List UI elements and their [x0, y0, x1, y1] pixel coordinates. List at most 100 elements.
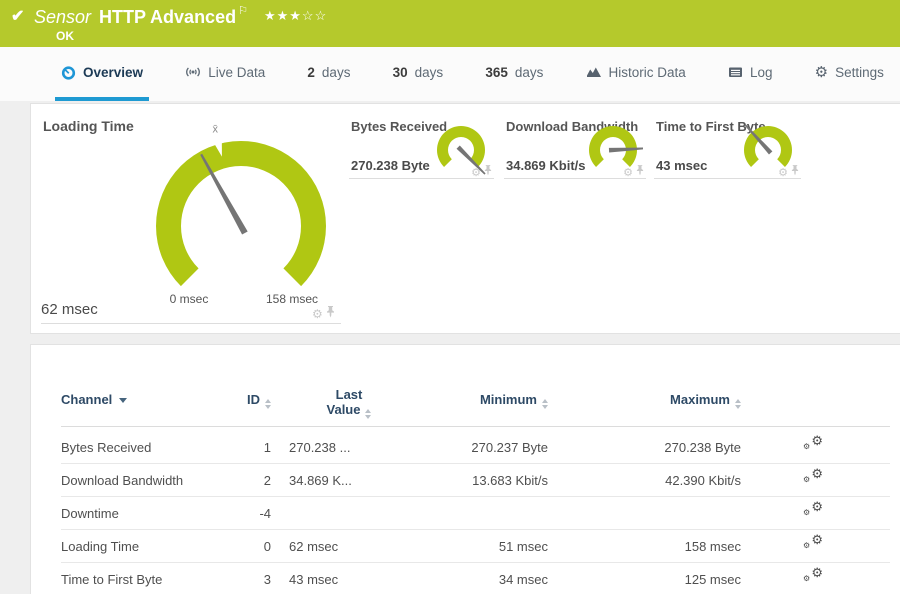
- cell-actions: ⚙ ⚙: [783, 497, 843, 531]
- cell-channel: Bytes Received: [61, 440, 152, 455]
- gear-icon[interactable]: ⚙: [623, 166, 633, 179]
- tab-30-days[interactable]: 30 days: [387, 47, 450, 101]
- tab-overview[interactable]: Overview: [55, 47, 150, 101]
- sort-arrows-icon: [365, 409, 372, 419]
- cell-channel: Downtime: [61, 506, 119, 521]
- status-ok-check-icon: ✔: [11, 8, 25, 25]
- cell-last-value: 43 msec: [289, 572, 339, 587]
- edit-channel-gears-icon[interactable]: ⚙ ⚙: [803, 431, 823, 453]
- divider: [41, 323, 341, 324]
- cell-last-value: 270.238 ...: [289, 440, 351, 455]
- cell-minimum: 51 msec: [498, 539, 548, 554]
- edit-channel-gears-icon[interactable]: ⚙ ⚙: [803, 563, 823, 585]
- cell-maximum: 42.390 Kbit/s: [665, 473, 741, 488]
- cell-last-value: 62 msec: [289, 539, 339, 554]
- cell-last-value: 34.869 K...: [289, 473, 352, 488]
- tab-number: 365: [485, 64, 508, 80]
- pin-icon[interactable]: [791, 165, 799, 179]
- tab-365-days[interactable]: 365 days: [479, 47, 549, 101]
- table-header-row: Channel ID Last Value Minimum Maximum: [61, 383, 890, 427]
- gear-icon[interactable]: ⚙: [471, 166, 481, 179]
- cell-minimum: 34 msec: [498, 572, 548, 587]
- historic-icon: [586, 65, 602, 79]
- cell-actions: ⚙ ⚙: [783, 464, 843, 498]
- table-row[interactable]: Loading Time 0 62 msec 51 msec 158 msec ⚙ ⚙: [61, 530, 890, 563]
- cell-actions: ⚙ ⚙: [783, 431, 843, 465]
- column-header-maximum[interactable]: Maximum: [548, 383, 741, 416]
- tab-label: days: [514, 64, 544, 80]
- tab-label: Log: [749, 64, 773, 80]
- pin-icon[interactable]: [484, 165, 492, 179]
- gear-icon[interactable]: ⚙: [312, 307, 323, 321]
- column-header-channel[interactable]: Channel: [61, 383, 241, 416]
- cell-id: -4: [259, 506, 271, 521]
- priority-stars[interactable]: ★★★☆☆: [264, 8, 327, 23]
- sort-caret-icon: [119, 398, 128, 403]
- gear-icon: ⚙: [814, 63, 829, 81]
- sort-arrows-icon: [735, 399, 741, 409]
- mini-gauge-value: 34.869 Kbit/s: [506, 158, 586, 173]
- tab-label: Historic Data: [608, 64, 686, 80]
- pin-icon[interactable]: [326, 306, 335, 321]
- cell-minimum: 270.237 Byte: [471, 440, 548, 455]
- mini-gauge-value: 270.238 Byte: [351, 158, 430, 173]
- tab-live-data[interactable]: Live Data: [179, 47, 271, 101]
- cell-id: 1: [263, 440, 271, 455]
- sensor-status-badge: OK: [56, 29, 74, 43]
- sensor-header: ✔ Sensor HTTP Advanced ⚐ ★★★☆☆ OK: [0, 0, 900, 47]
- column-header-last-value[interactable]: Last Value: [289, 383, 409, 419]
- cell-maximum: 125 msec: [684, 572, 741, 587]
- channel-table-panel: Channel ID Last Value Minimum Maximum Byt…: [30, 344, 900, 594]
- cell-maximum: 270.238 Byte: [664, 440, 741, 455]
- live-icon: [185, 65, 201, 79]
- pin-icon[interactable]: [636, 165, 644, 179]
- tab-label: days: [321, 64, 351, 80]
- svg-text:x̄: x̄: [213, 123, 219, 135]
- log-icon: [728, 65, 743, 79]
- table-row[interactable]: Downtime -4 ⚙ ⚙: [61, 497, 890, 530]
- edit-channel-gears-icon[interactable]: ⚙ ⚙: [803, 497, 823, 519]
- cell-actions: ⚙ ⚙: [783, 530, 843, 564]
- edit-channel-gears-icon[interactable]: ⚙ ⚙: [803, 464, 823, 486]
- priority-flag-icon[interactable]: ⚐: [238, 5, 248, 17]
- table-row[interactable]: Bytes Received 1 270.238 ... 270.237 Byte 27…: [61, 431, 890, 464]
- column-header-minimum[interactable]: Minimum: [409, 383, 548, 416]
- tab-label: Overview: [83, 64, 144, 80]
- mini-gauge-card: Bytes Received 270.238 Byte ⚙: [349, 116, 494, 179]
- gear-icon[interactable]: ⚙: [778, 166, 788, 179]
- mini-gauge-card: Download Bandwidth 34.869 Kbit/s ⚙: [504, 116, 647, 179]
- tab-label: Settings: [835, 64, 884, 80]
- gauge-max-label: 158 msec: [265, 292, 319, 306]
- tab-label: Live Data: [208, 64, 266, 80]
- tab-2-days[interactable]: 2 days: [301, 47, 356, 101]
- cell-maximum: 158 msec: [684, 539, 741, 554]
- cell-channel: Time to First Byte: [61, 572, 163, 587]
- cell-actions: ⚙ ⚙: [783, 563, 843, 594]
- sensor-title: HTTP Advanced: [99, 7, 237, 27]
- mini-gauge-card: Time to First Byte 43 msec ⚙: [654, 116, 801, 179]
- edit-channel-gears-icon[interactable]: ⚙ ⚙: [803, 530, 823, 552]
- sort-arrows-icon: [265, 399, 271, 409]
- cell-channel: Loading Time: [61, 539, 140, 554]
- tab-label: days: [414, 64, 444, 80]
- tab-log[interactable]: Log: [722, 47, 779, 101]
- tab-historic-data[interactable]: Historic Data: [580, 47, 692, 101]
- cell-id: 0: [263, 539, 271, 554]
- mini-gauge-value: 43 msec: [656, 158, 708, 173]
- cell-channel: Download Bandwidth: [61, 473, 184, 488]
- column-header-id[interactable]: ID: [241, 383, 271, 416]
- tab-number: 2: [307, 64, 315, 80]
- tab-number: 30: [392, 64, 408, 80]
- gauge-icon: [61, 65, 76, 80]
- cell-id: 3: [263, 572, 271, 587]
- table-row[interactable]: Time to First Byte 3 43 msec 34 msec 125 mse…: [61, 563, 890, 594]
- tab-bar: Overview Live Data 2 days 30 days 365 days Histo…: [0, 47, 900, 101]
- gauge-min-label: 0 msec: [169, 292, 209, 306]
- cell-id: 2: [263, 473, 271, 488]
- gauges-panel: Loading Time x̄ 0 msec 158 msec 62 msec …: [30, 103, 900, 334]
- tab-settings[interactable]: ⚙ Settings: [809, 47, 890, 101]
- cell-minimum: 13.683 Kbit/s: [472, 473, 548, 488]
- prtg-sensor-page: ✔ Sensor HTTP Advanced ⚐ ★★★☆☆ OK Overview L…: [0, 0, 900, 594]
- table-row[interactable]: Download Bandwidth 2 34.869 K... 13.683 Kbi…: [61, 464, 890, 497]
- object-kind-label: Sensor: [34, 7, 92, 27]
